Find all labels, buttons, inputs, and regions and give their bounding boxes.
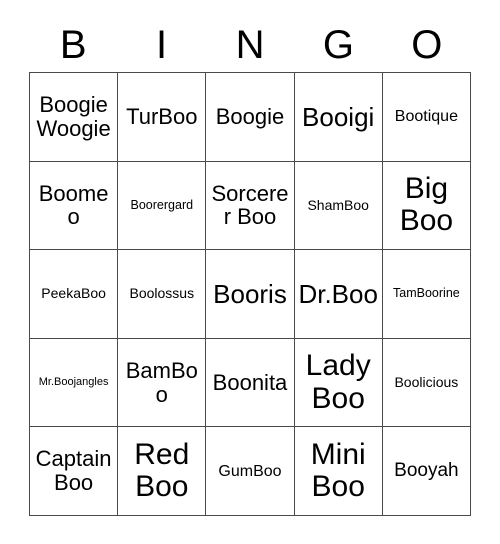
bingo-cell-label: Boonita [212,369,288,395]
bingo-cell-r3c5[interactable]: TamBoorine [382,250,471,339]
bingo-cell-r5c4[interactable]: Mini Boo [294,427,383,516]
bingo-header-letter-i: I [117,18,205,72]
bingo-cell-r4c3[interactable]: Boonita [206,338,295,428]
bingo-cell-r3c2[interactable]: Boolossus [118,250,207,339]
header-letter-text: N [235,23,265,67]
bingo-cell-r5c3[interactable]: GumBoo [206,427,295,516]
bingo-cell-r1c3[interactable]: Boogie [206,73,295,162]
bingo-cell-label: Boolicious [394,374,459,391]
bingo-cell-label: Sorcerer Boo [211,180,289,230]
bingo-cell-r1c4[interactable]: Booigi [294,73,383,162]
bingo-cell-label: Lady Boo [305,349,371,415]
bingo-cell-r2c1[interactable]: Boomeo [30,161,119,251]
bingo-header-letter-b: B [29,18,117,72]
bingo-header-row: B I N G O [29,18,471,72]
header-letter-text: O [411,23,443,67]
bingo-header-letter-g: G [294,18,382,72]
bingo-grid: Boogie Woogie TurBoo Boogie Booigi Bootique B… [29,72,471,516]
bingo-cell-r2c5[interactable]: Big Boo [382,161,471,251]
bingo-cell-r4c5[interactable]: Boolicious [382,338,471,428]
bingo-header-letter-o: O [383,18,471,72]
bingo-cell-r2c4[interactable]: ShamBoo [294,161,383,251]
bingo-cell-r1c2[interactable]: TurBoo [118,73,207,162]
header-letter-text: G [322,23,354,67]
bingo-cell-label: GumBoo [218,462,282,480]
bingo-cell-label: Boolossus [129,285,195,302]
header-letter-text: B [59,23,87,67]
bingo-cell-r1c1[interactable]: Boogie Woogie [30,73,119,162]
bingo-cell-label: Boogie Woogie [36,92,111,141]
bingo-cell-label: Mini Boo [310,437,366,504]
bingo-cell-r3c4[interactable]: Dr.Boo [294,250,383,339]
bingo-cell-r4c1[interactable]: Mr.Boojangles [30,338,119,428]
bingo-cell-label: Booigi [302,101,375,132]
bingo-cell-r1c5[interactable]: Bootique [382,73,471,162]
bingo-cell-r4c2[interactable]: BamBoo [118,338,207,428]
bingo-cell-label: ShamBoo [307,196,369,213]
bingo-cell-label: Mr.Boojangles [38,375,109,388]
bingo-cell-r3c3[interactable]: Booris [206,250,295,339]
bingo-cell-r3c1[interactable]: PeekaBoo [30,250,119,339]
bingo-cell-r2c3[interactable]: Sorcerer Boo [206,161,295,251]
bingo-cell-r4c4[interactable]: Lady Boo [294,338,383,428]
bingo-cell-label: BamBoo [125,357,198,407]
bingo-cell-label: Dr.Boo [298,278,378,309]
bingo-cell-label: TurBoo [126,103,198,129]
header-letter-text: I [156,23,168,67]
bingo-cell-r2c2[interactable]: Boorergard [118,161,207,251]
bingo-cell-label: Captain Boo [35,446,112,496]
bingo-cell-label: Booris [213,278,287,309]
bingo-cell-label: Bootique [394,108,458,126]
bingo-cell-label: TamBoorine [393,286,460,301]
bingo-cell-r5c1[interactable]: Captain Boo [30,427,119,516]
bingo-cell-label: PeekaBoo [41,285,106,302]
bingo-card: B I N G O Boogie Woogie TurBoo Boogie Booig… [0,0,500,544]
bingo-cell-label: Big Boo [399,172,454,238]
bingo-header-letter-n: N [206,18,294,72]
bingo-cell-label: Booyah [394,459,459,481]
bingo-cell-label: Boorergard [130,197,194,212]
bingo-cell-label: Red Boo [134,437,190,504]
bingo-cell-r5c5[interactable]: Booyah [382,427,471,516]
bingo-cell-label: Boomeo [38,180,109,230]
bingo-cell-r5c2[interactable]: Red Boo [118,427,207,516]
bingo-cell-label: Boogie [215,103,285,129]
